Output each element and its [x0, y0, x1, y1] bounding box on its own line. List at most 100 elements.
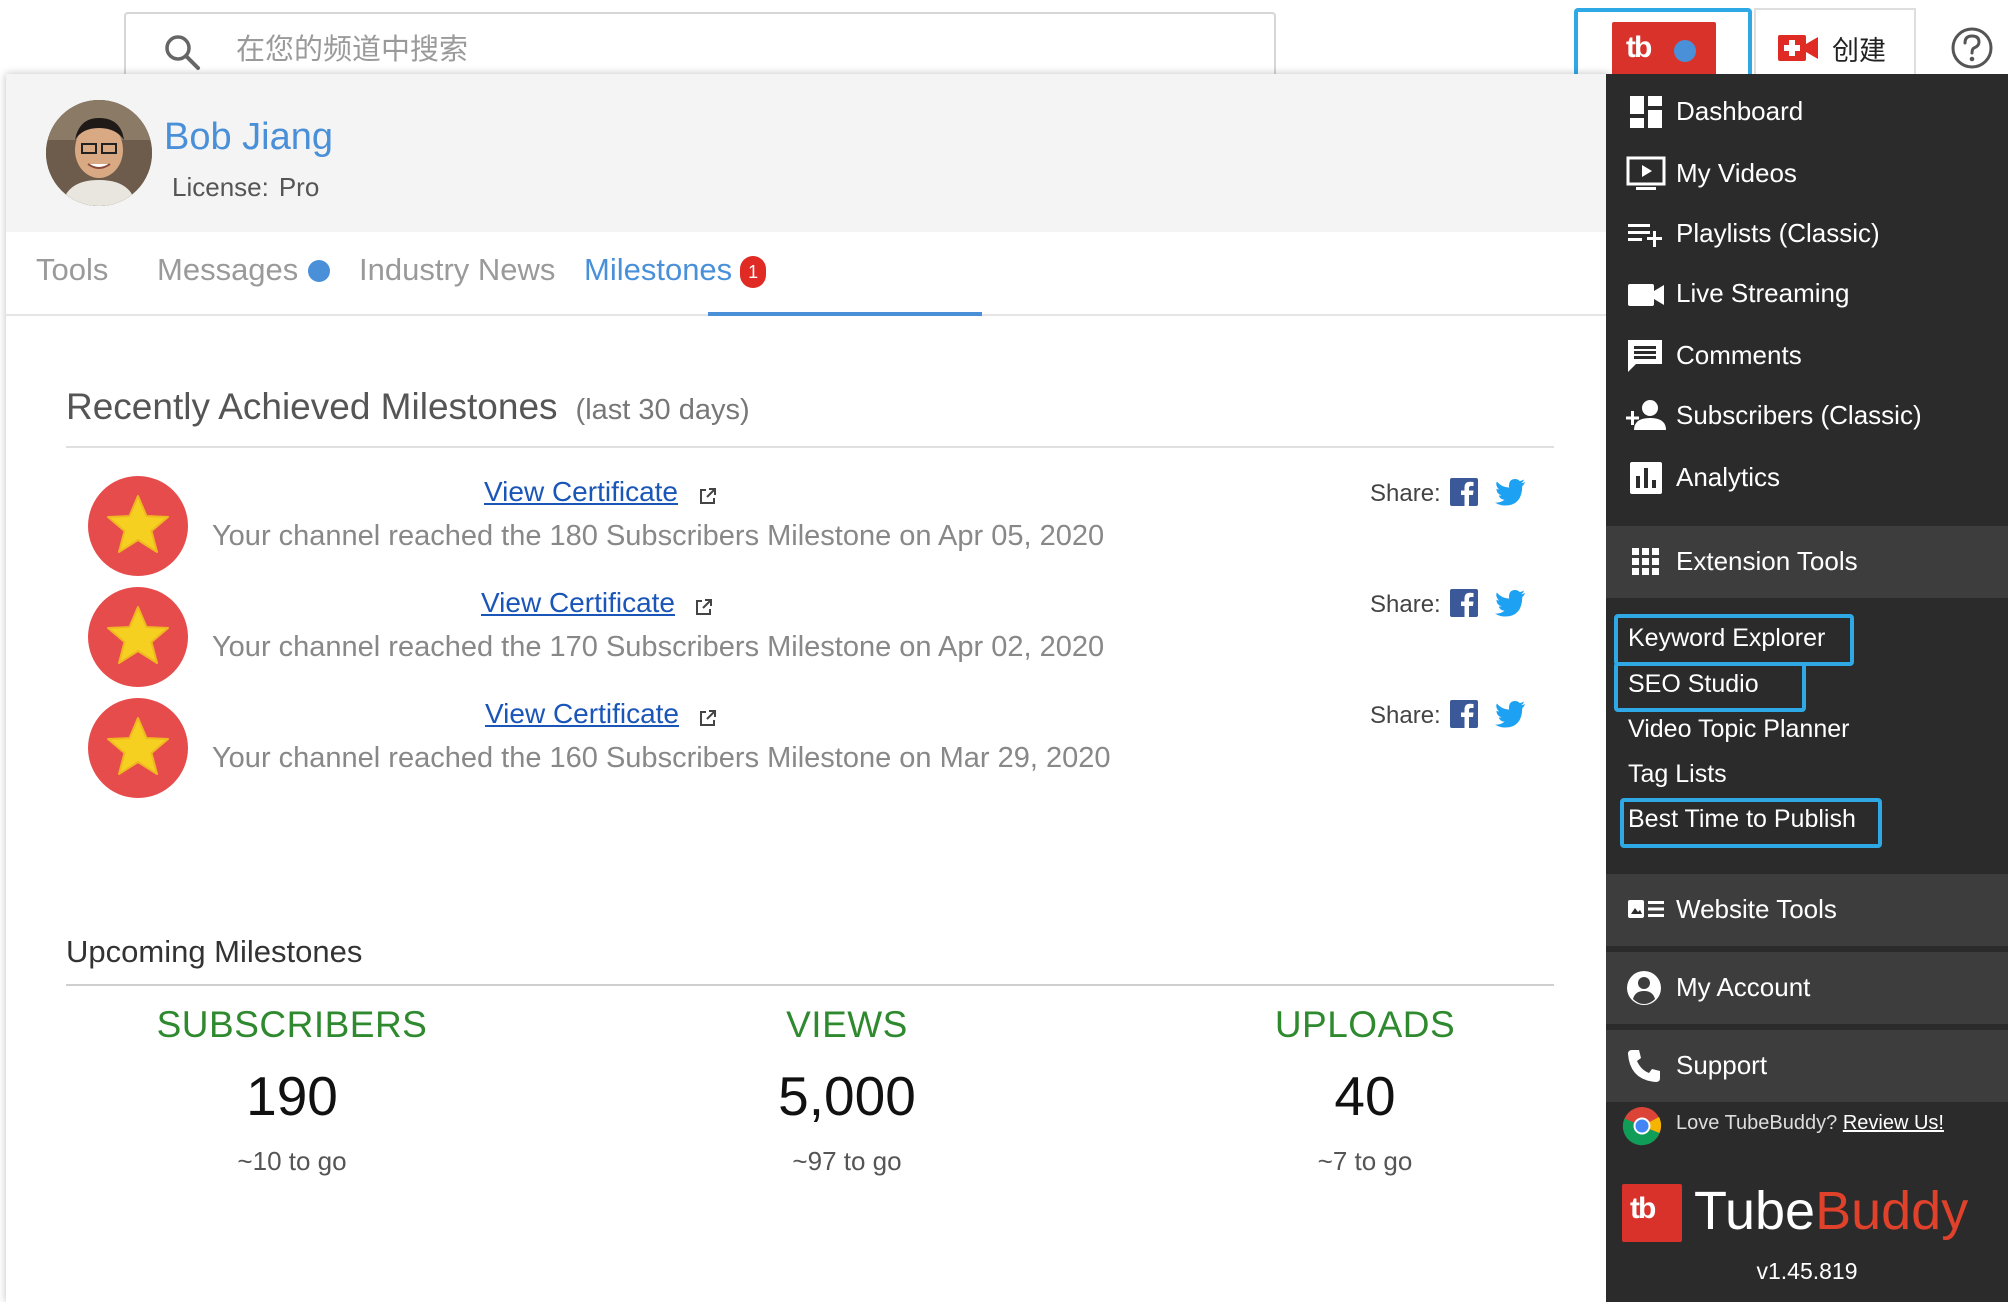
upcoming-milestones-title: Upcoming Milestones [66, 934, 363, 969]
tab-tools[interactable]: Tools [36, 252, 108, 288]
create-label: 创建 [1832, 36, 1886, 67]
menu-item-analytics[interactable]: Analytics [1606, 448, 2008, 508]
upcoming-label: VIEWS [786, 1004, 908, 1045]
divider [66, 446, 1554, 448]
recent-subtitle: (last 30 days) [575, 394, 750, 426]
milestone-description: Your channel reached the 170 Subscribers… [212, 631, 1105, 663]
menu-item-label: My Account [1676, 972, 1811, 1002]
version-label: v1.45.819 [1756, 1258, 1858, 1284]
profile-header: Bob Jiang License: Pro [6, 74, 1610, 232]
comment-icon [1628, 340, 1662, 372]
upcoming-to-go: ~10 to go [237, 1146, 347, 1176]
tab-messages[interactable]: Messages [157, 252, 331, 288]
milestone-description: Your channel reached the 160 Subscribers… [212, 742, 1111, 774]
external-link-icon [700, 488, 716, 504]
upcoming-label: UPLOADS [1274, 1004, 1456, 1045]
milestones-badge: 1 [740, 256, 767, 288]
dashboard-icon [1630, 96, 1662, 128]
star-badge-icon [88, 698, 188, 798]
menu-item-extension-tools[interactable]: Extension Tools [1606, 526, 2008, 598]
phone-icon [1628, 1050, 1660, 1082]
facebook-icon[interactable] [1450, 589, 1478, 617]
submenu-tag-lists[interactable]: Tag Lists [1628, 760, 1727, 789]
upcoming-uploads: UPLOADS 40 ~7 to go [1165, 1004, 1565, 1177]
bar-chart-icon [1630, 462, 1662, 494]
person-add-icon [1626, 400, 1666, 430]
submenu-best-time-to-publish[interactable]: Best Time to Publish [1628, 805, 1856, 834]
upcoming-views: VIEWS 5,000 ~97 to go [647, 1004, 1047, 1177]
tab-messages-label: Messages [157, 252, 299, 287]
tubebuddy-logo-icon: tb [1622, 1184, 1682, 1242]
menu-item-label: Subscribers (Classic) [1676, 400, 1922, 430]
view-certificate-link[interactable]: View Certificate [485, 698, 679, 730]
website-tools-icon [1628, 900, 1664, 918]
menu-item-label: My Videos [1676, 158, 1797, 188]
submenu-video-topic-planner[interactable]: Video Topic Planner [1628, 715, 1849, 744]
upcoming-to-go: ~7 to go [1317, 1146, 1413, 1176]
menu-item-label: Dashboard [1676, 96, 1804, 126]
tab-industry-news-label: Industry News [359, 252, 556, 287]
recent-title-text: Recently Achieved Milestones [66, 386, 558, 427]
brand-wordmark: TubeBuddy [1694, 1180, 1968, 1242]
search-input[interactable] [236, 24, 1136, 74]
facebook-icon[interactable] [1450, 700, 1478, 728]
license-info: License: Pro [172, 172, 329, 203]
chrome-icon [1622, 1107, 1662, 1146]
upcoming-value: 190 [246, 1065, 338, 1127]
menu-item-website-tools[interactable]: Website Tools [1606, 874, 2008, 946]
upcoming-label: SUBSCRIBERS [156, 1004, 428, 1045]
review-prompt: Love TubeBuddy? Review Us! [1622, 1104, 2008, 1146]
create-button[interactable]: 创建 [1754, 8, 1916, 82]
menu-item-subscribers[interactable]: Subscribers (Classic) [1606, 386, 2008, 446]
apps-grid-icon [1632, 548, 1659, 575]
brand-tube: Tube [1694, 1181, 1816, 1241]
menu-item-comments[interactable]: Comments [1606, 326, 2008, 386]
playlist-add-icon [1628, 224, 1662, 247]
notification-dot [1674, 40, 1696, 62]
tubebuddy-button[interactable]: tb [1612, 22, 1716, 80]
avatar-image [46, 100, 152, 206]
tab-milestones[interactable]: Milestones 1 [584, 252, 767, 288]
menu-item-label: Playlists (Classic) [1676, 218, 1880, 248]
messages-dot [308, 260, 331, 282]
tab-bar: Tools Messages Industry News Milestones 1 [6, 232, 1610, 316]
license-value: Pro [278, 172, 320, 202]
camera-icon [1628, 284, 1664, 306]
twitter-icon[interactable] [1494, 478, 1526, 506]
star-badge-icon [88, 587, 188, 687]
view-certificate-link[interactable]: View Certificate [484, 476, 678, 508]
active-tab-indicator [708, 312, 982, 316]
recent-milestones-title: Recently Achieved Milestones (last 30 day… [66, 386, 750, 428]
menu-item-label: Live Streaming [1676, 278, 1850, 308]
upcoming-subscribers: SUBSCRIBERS 190 ~10 to go [92, 1004, 492, 1177]
twitter-icon[interactable] [1494, 589, 1526, 617]
brand-logo-text: tb [1630, 1192, 1656, 1225]
avatar[interactable] [46, 100, 152, 206]
upcoming-to-go: ~97 to go [792, 1146, 902, 1176]
submenu-keyword-explorer[interactable]: Keyword Explorer [1628, 624, 1825, 653]
account-icon [1627, 971, 1661, 1005]
menu-item-dashboard[interactable]: Dashboard [1606, 82, 2008, 142]
license-label: License: [172, 172, 269, 202]
menu-item-playlists[interactable]: Playlists (Classic) [1606, 204, 2008, 264]
menu-item-my-videos[interactable]: My Videos [1606, 144, 2008, 204]
help-icon[interactable] [1950, 26, 1994, 70]
upcoming-value: 40 [1334, 1065, 1396, 1127]
menu-item-support[interactable]: Support [1606, 1030, 2008, 1102]
facebook-icon[interactable] [1450, 478, 1478, 506]
upcoming-value: 5,000 [778, 1065, 916, 1127]
menu-item-label: Extension Tools [1676, 546, 1858, 576]
review-us-link[interactable]: Review Us! [1843, 1112, 1944, 1134]
share-label: Share: [1370, 480, 1441, 507]
menu-item-live-streaming[interactable]: Live Streaming [1606, 264, 2008, 324]
twitter-icon[interactable] [1494, 700, 1526, 728]
menu-item-label: Analytics [1676, 462, 1781, 492]
review-text: Love TubeBuddy? Review Us! [1676, 1112, 1944, 1135]
menu-item-my-account[interactable]: My Account [1606, 952, 2008, 1024]
view-certificate-link[interactable]: View Certificate [481, 587, 675, 619]
brand-buddy: Buddy [1815, 1181, 1969, 1241]
tubebuddy-button-highlight: tb [1574, 8, 1752, 82]
user-name[interactable]: Bob Jiang [164, 116, 333, 159]
tab-industry-news[interactable]: Industry News [359, 252, 555, 288]
submenu-seo-studio[interactable]: SEO Studio [1628, 670, 1759, 699]
